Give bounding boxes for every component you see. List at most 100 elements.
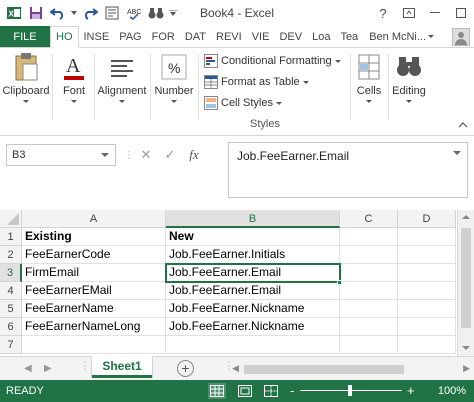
cell-d1[interactable]	[398, 228, 456, 246]
cell-d4[interactable]	[398, 282, 456, 300]
ribbon-display-options-icon[interactable]	[396, 0, 422, 26]
cell-d3[interactable]	[398, 264, 456, 282]
number-button[interactable]: % Number	[152, 52, 196, 103]
column-header-b[interactable]: B	[166, 210, 340, 228]
tab-data[interactable]: DAT	[180, 26, 211, 47]
cell-c2[interactable]	[340, 246, 398, 264]
restore-icon[interactable]	[448, 0, 474, 26]
find-binoculars-icon[interactable]	[146, 3, 166, 23]
sheet-prev-icon[interactable]: ◀	[24, 363, 32, 374]
cell-a7[interactable]	[22, 336, 166, 354]
cell-a6[interactable]: FeeEarnerNameLong	[22, 318, 166, 336]
column-header-c[interactable]: C	[340, 210, 398, 228]
cell-c3[interactable]	[340, 264, 398, 282]
select-all-corner[interactable]	[0, 210, 22, 228]
tab-team[interactable]: Tea	[335, 26, 363, 47]
formula-input[interactable]: Job.FeeEarner.Email	[228, 142, 468, 198]
help-icon[interactable]: ?	[370, 0, 396, 26]
cell-b5[interactable]: Job.FeeEarner.Nickname	[166, 300, 340, 318]
minimize-icon[interactable]	[422, 0, 448, 26]
add-sheet-icon[interactable]: +	[177, 360, 194, 377]
page-layout-view-icon[interactable]	[236, 383, 254, 399]
row-header-1[interactable]: 1	[0, 228, 22, 246]
cell-b2[interactable]: Job.FeeEarner.Initials	[166, 246, 340, 264]
sheet-next-icon[interactable]: ▶	[44, 363, 52, 374]
horizontal-scroll-thumb[interactable]	[244, 365, 404, 374]
zoom-level[interactable]: 100%	[438, 380, 466, 402]
tab-view[interactable]: VIE	[247, 26, 275, 47]
tab-file[interactable]: FILE	[0, 26, 50, 47]
sheet-tab-sheet1[interactable]: Sheet1	[92, 356, 152, 378]
scroll-right-icon[interactable]: ▶	[463, 363, 470, 374]
cell-c7[interactable]	[340, 336, 398, 354]
cell-d6[interactable]	[398, 318, 456, 336]
worksheet-grid[interactable]: A B C D 1 2 3 4 5 6 7 Existing New FeeEa…	[0, 210, 474, 356]
scroll-up-icon[interactable]	[462, 215, 470, 219]
tab-load[interactable]: Loa	[307, 26, 335, 47]
tab-home[interactable]: HO	[50, 26, 79, 48]
collapse-ribbon-icon[interactable]	[458, 120, 468, 130]
cell-a2[interactable]: FeeEarnerCode	[22, 246, 166, 264]
enter-check-icon[interactable]: ✓	[158, 147, 182, 163]
expand-formula-bar-icon[interactable]	[453, 151, 461, 155]
editing-button[interactable]: Editing	[390, 52, 428, 103]
zoom-in-button[interactable]: +	[407, 380, 415, 402]
page-break-preview-icon[interactable]	[262, 383, 280, 399]
insert-function-icon[interactable]: fx	[182, 147, 206, 163]
column-header-a[interactable]: A	[22, 210, 166, 228]
cell-a5[interactable]: FeeEarnerName	[22, 300, 166, 318]
vertical-scroll-thumb[interactable]	[461, 228, 471, 328]
redo-icon[interactable]	[80, 3, 100, 23]
conditional-formatting-button[interactable]: Conditional Formatting	[204, 52, 341, 70]
zoom-out-button[interactable]: -	[290, 380, 294, 402]
horizontal-scrollbar[interactable]: ◀ ▶	[232, 363, 470, 375]
cell-a4[interactable]: FeeEarnerEMail	[22, 282, 166, 300]
cell-c4[interactable]	[340, 282, 398, 300]
user-avatar[interactable]	[452, 28, 470, 46]
tab-insert[interactable]: INSE	[79, 26, 115, 47]
column-header-d[interactable]: D	[398, 210, 456, 228]
cells-button[interactable]: Cells	[352, 52, 386, 103]
scroll-left-icon[interactable]: ◀	[232, 363, 239, 374]
row-header-6[interactable]: 6	[0, 318, 22, 336]
cell-c1[interactable]	[340, 228, 398, 246]
row-header-7[interactable]: 7	[0, 336, 22, 354]
tab-formulas[interactable]: FOR	[147, 26, 180, 47]
excel-logo-icon[interactable]: X	[4, 3, 24, 23]
undo-icon[interactable]	[48, 3, 68, 23]
tab-review[interactable]: REVI	[211, 26, 247, 47]
cell-a1[interactable]: Existing	[22, 228, 166, 246]
cell-b4[interactable]: Job.FeeEarner.Email	[166, 282, 340, 300]
row-header-5[interactable]: 5	[0, 300, 22, 318]
undo-dropdown-icon[interactable]	[70, 3, 78, 23]
tab-developer[interactable]: DEV	[274, 26, 307, 47]
cell-d7[interactable]	[398, 336, 456, 354]
cell-a3[interactable]: FirmEmail	[22, 264, 166, 282]
name-box-dropdown-icon[interactable]	[101, 153, 109, 157]
cell-c6[interactable]	[340, 318, 398, 336]
spelling-icon[interactable]: ABC	[124, 3, 144, 23]
save-icon[interactable]	[26, 3, 46, 23]
cell-c5[interactable]	[340, 300, 398, 318]
tab-page-layout[interactable]: PAG	[114, 26, 146, 47]
vertical-scrollbar[interactable]	[457, 210, 474, 356]
active-cell-b3[interactable]: Job.FeeEarner.Email	[165, 263, 341, 283]
cell-d2[interactable]	[398, 246, 456, 264]
customize-qat-icon[interactable]	[168, 3, 178, 23]
cell-b1[interactable]: New	[166, 228, 340, 246]
scroll-down-icon[interactable]	[462, 346, 470, 350]
cell-b7[interactable]	[166, 336, 340, 354]
row-header-2[interactable]: 2	[0, 246, 22, 264]
cancel-icon[interactable]: ✕	[134, 147, 158, 163]
row-header-3[interactable]: 3	[0, 264, 22, 282]
zoom-slider-thumb[interactable]	[348, 385, 352, 396]
font-button[interactable]: A Font	[56, 52, 92, 103]
cell-styles-button[interactable]: Cell Styles	[204, 94, 282, 112]
cell-b6[interactable]: Job.FeeEarner.Nickname	[166, 318, 340, 336]
cell-d5[interactable]	[398, 300, 456, 318]
fill-handle[interactable]	[337, 280, 342, 285]
user-account[interactable]: Ben McNi...	[369, 26, 435, 47]
clipboard-button[interactable]: Clipboard	[2, 52, 50, 103]
name-box[interactable]: B3	[6, 144, 116, 166]
print-preview-icon[interactable]	[102, 3, 122, 23]
